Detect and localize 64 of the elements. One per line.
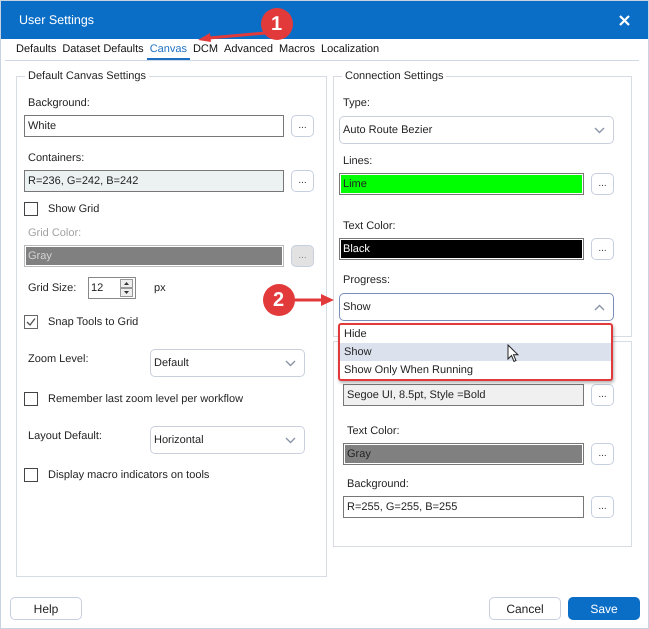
checkbox[interactable] (24, 392, 38, 406)
field-label: Lines: (342, 154, 374, 168)
dropdown-option[interactable]: Show Only When Running (340, 361, 611, 379)
field-label: Progress: (342, 273, 392, 287)
dialog-button[interactable]: Cancel (489, 597, 561, 620)
field-label: Type: (342, 96, 371, 110)
ellipsis-button[interactable]: ... (591, 384, 614, 406)
checkbox[interactable] (24, 468, 38, 482)
dropdown[interactable]: Default (150, 349, 305, 377)
save-button[interactable]: Save (568, 597, 640, 620)
field-label: Grid Color: (27, 226, 82, 240)
unit-label: px (153, 281, 166, 295)
checkbox-label: Remember last zoom level per workflow (47, 392, 244, 406)
checkbox[interactable] (24, 202, 38, 216)
field-label: Text Color: (346, 424, 401, 438)
tab[interactable]: DCM (190, 43, 222, 60)
color-field[interactable]: White (24, 115, 284, 137)
field-label: Grid Size: (27, 281, 78, 295)
checkbox-label: Snap Tools to Grid (47, 315, 138, 329)
ellipsis-button[interactable]: ... (591, 443, 614, 465)
field-label: Layout Default: (27, 429, 103, 443)
checkbox-label: Show Grid (47, 202, 100, 216)
tab[interactable]: Macros (276, 43, 318, 60)
dialog-button[interactable]: Help (10, 597, 82, 620)
dropdown[interactable]: Auto Route Bezier (339, 116, 614, 144)
field-label: Text Color: (342, 219, 397, 233)
group-title: Connection Settings (342, 69, 446, 83)
field-label: Background: (346, 477, 410, 491)
tab[interactable]: Defaults (13, 43, 60, 60)
checkbox-label: Display macro indicators on tools (47, 468, 210, 482)
tab[interactable]: Advanced (221, 43, 276, 60)
field-label: Zoom Level: (27, 352, 90, 366)
chevron-icon[interactable] (285, 360, 296, 366)
chevron-icon[interactable] (594, 304, 605, 310)
ellipsis-button[interactable]: ... (591, 238, 614, 260)
color-field: Gray (24, 245, 284, 267)
color-field[interactable]: R=255, G=255, B=255 (343, 496, 584, 518)
color-field[interactable]: Gray (343, 443, 584, 465)
mouse-cursor-icon (507, 344, 519, 363)
window-title: User Settings (19, 12, 94, 29)
ellipsis-button[interactable]: ... (291, 115, 314, 137)
tab[interactable]: Localization (318, 43, 382, 60)
number-field[interactable]: 12 (88, 277, 136, 299)
field-label: Background: (27, 96, 91, 110)
color-field[interactable]: Lime (339, 173, 584, 195)
dropdown-option[interactable]: Hide (340, 325, 611, 343)
dropdown[interactable]: Horizontal (150, 426, 305, 454)
color-field[interactable]: Black (339, 238, 584, 260)
color-field[interactable]: Segoe UI, 8.5pt, Style =Bold (343, 384, 584, 406)
spinner-arrows-icon[interactable] (120, 279, 133, 297)
dropdown[interactable]: Show (339, 293, 614, 321)
ellipsis-button[interactable]: ... (591, 496, 614, 518)
color-field[interactable]: R=236, G=242, B=242 (24, 170, 284, 192)
chevron-icon[interactable] (285, 436, 296, 444)
ellipsis-button[interactable]: ... (591, 173, 614, 195)
chevron-icon[interactable] (594, 126, 605, 134)
checkbox[interactable] (24, 315, 38, 329)
field-label: Containers: (27, 151, 86, 165)
ellipsis-button[interactable]: ... (291, 170, 314, 192)
group-title: Default Canvas Settings (25, 69, 150, 83)
close-icon[interactable] (619, 14, 630, 26)
tab[interactable]: Dataset Defaults (59, 43, 147, 60)
dropdown-option[interactable]: Show (340, 343, 611, 361)
tab[interactable]: Canvas (146, 43, 190, 60)
